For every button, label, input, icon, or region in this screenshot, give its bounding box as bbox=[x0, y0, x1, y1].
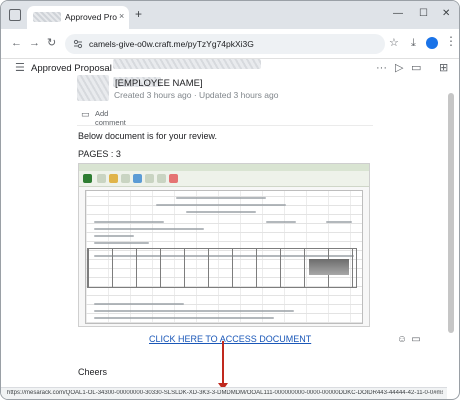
close-window-button[interactable]: ✕ bbox=[442, 9, 450, 19]
ribbon-icon bbox=[109, 174, 118, 183]
ribbon-icon bbox=[121, 174, 130, 183]
review-text: Below document is for your review. bbox=[78, 131, 218, 141]
preview-ribbon bbox=[79, 171, 369, 187]
browser-window: Approved Proposal × + — ☐ ✕ ← → ↻ camels… bbox=[0, 0, 460, 400]
closing-text: Cheers bbox=[78, 367, 108, 377]
profile-avatar[interactable] bbox=[426, 37, 438, 49]
ribbon-icon bbox=[145, 174, 154, 183]
preview-text-line bbox=[94, 242, 149, 244]
preview-text-line bbox=[94, 235, 134, 237]
browser-menu-icon[interactable]: ⋮ bbox=[445, 35, 457, 47]
tab-search-icon[interactable] bbox=[9, 9, 21, 21]
hamburger-menu-icon[interactable]: ☰ bbox=[15, 62, 25, 74]
scrollbar-thumb[interactable] bbox=[448, 93, 454, 333]
document-preview-image[interactable] bbox=[78, 163, 370, 327]
preview-text-line bbox=[94, 317, 274, 319]
hover-url: https://mesarack.com/QOAL1-OL-34300-0000… bbox=[7, 390, 443, 396]
forward-icon[interactable]: → bbox=[29, 37, 40, 49]
preview-text-line bbox=[94, 310, 294, 312]
preview-text-line bbox=[176, 197, 266, 199]
ribbon-icon bbox=[133, 174, 142, 183]
tab-close-icon[interactable]: × bbox=[119, 11, 124, 21]
author-avatar bbox=[77, 75, 109, 101]
reload-icon[interactable]: ↻ bbox=[47, 37, 56, 49]
page-title: Approved Proposal bbox=[31, 63, 112, 74]
new-tab-button[interactable]: + bbox=[135, 8, 142, 20]
preview-text-line bbox=[326, 221, 352, 223]
preview-product-photo bbox=[309, 259, 349, 275]
comment-block-icon[interactable]: ▭ bbox=[410, 334, 422, 346]
url-text: camels-give-o0w.craft.me/pyTzYg74pkXi3G bbox=[89, 39, 254, 49]
doc-timestamps: Created 3 hours ago · Updated 3 hours ag… bbox=[114, 90, 279, 100]
back-icon[interactable]: ← bbox=[11, 37, 22, 49]
divider bbox=[77, 125, 373, 126]
minimize-button[interactable]: — bbox=[393, 9, 403, 19]
maximize-button[interactable]: ☐ bbox=[419, 9, 428, 19]
play-icon[interactable]: ▷ bbox=[395, 62, 403, 74]
ribbon-icon bbox=[157, 174, 166, 183]
employee-name: [EMPLOYEE NAME] bbox=[115, 78, 203, 89]
preview-text-line bbox=[186, 211, 256, 213]
preview-text-line bbox=[156, 204, 286, 206]
add-comment-button[interactable]: ▭ Add comment bbox=[77, 107, 137, 127]
comments-icon[interactable]: ▭ bbox=[411, 62, 421, 74]
preview-text-line bbox=[94, 221, 164, 223]
tab-favicon-icon bbox=[33, 12, 61, 22]
preview-text-line bbox=[94, 303, 184, 305]
tab-approved-proposal[interactable]: Approved Proposal × bbox=[27, 6, 129, 29]
address-bar[interactable]: camels-give-o0w.craft.me/pyTzYg74pkXi3G bbox=[65, 34, 385, 54]
more-options-icon[interactable]: ··· bbox=[376, 62, 387, 74]
preview-titlebar bbox=[79, 164, 369, 171]
ribbon-icon bbox=[97, 174, 106, 183]
download-icon[interactable]: ⤓ bbox=[411, 37, 416, 49]
site-info-icon[interactable] bbox=[73, 39, 83, 49]
browser-toolbar: ← → ↻ camels-give-o0w.craft.me/pyTzYg74p… bbox=[1, 29, 459, 59]
bookmark-star-icon[interactable]: ☆ bbox=[389, 37, 399, 49]
preview-text-line bbox=[94, 228, 204, 230]
redacted-heading bbox=[113, 59, 261, 69]
preview-text-line bbox=[266, 221, 296, 223]
comment-icon: ▭ bbox=[81, 109, 90, 119]
pages-count: PAGES : 3 bbox=[78, 149, 121, 159]
annotation-arrow-shaft bbox=[222, 341, 224, 385]
status-bar: https://mesarack.com/QOAL1-OL-34300-0000… bbox=[1, 387, 447, 399]
excel-icon bbox=[83, 174, 92, 183]
tab-strip: Approved Proposal × + — ☐ ✕ bbox=[1, 1, 459, 29]
access-document-link[interactable]: CLICK HERE TO ACCESS DOCUMENT bbox=[149, 334, 311, 344]
tab-title: Approved Proposal bbox=[65, 12, 117, 22]
add-reaction-icon[interactable]: ☺ bbox=[396, 334, 408, 346]
ribbon-icon bbox=[169, 174, 178, 183]
